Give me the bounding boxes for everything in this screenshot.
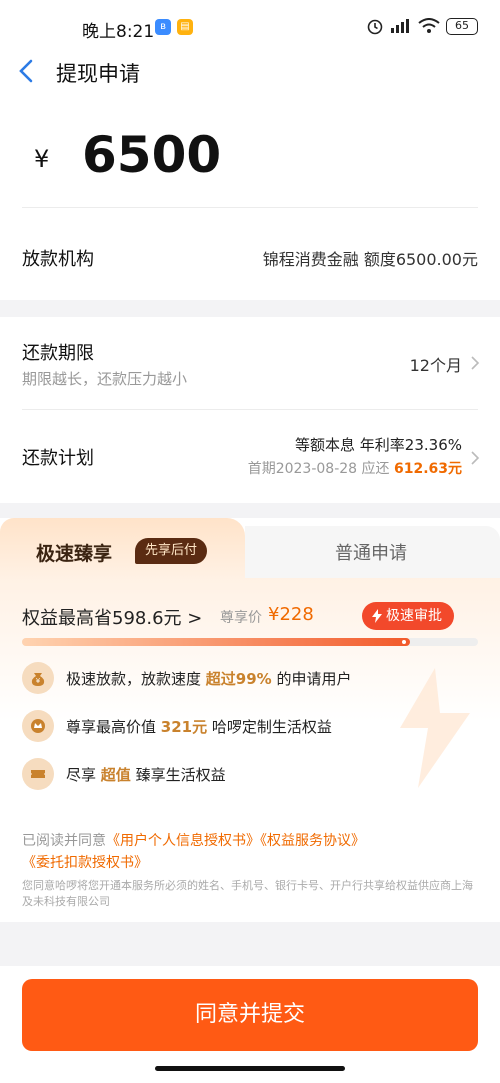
plan-method: 等额本息 年利率23.36%	[295, 436, 462, 454]
chevron-right-icon	[471, 451, 480, 465]
tab-fast-apply[interactable]: 极速臻享 先享后付	[0, 518, 245, 578]
crown-icon	[22, 710, 54, 742]
first-payment-prefix: 首期2023-08-28 应还	[247, 461, 394, 477]
status-time: 晚上8:21	[82, 22, 155, 42]
amount-card: ¥ 6500 放款机构 锦程消费金融 额度6500.00元	[0, 100, 500, 300]
divider	[22, 207, 478, 208]
benefit-pre: 尊享最高价值	[66, 717, 161, 736]
signal-icon	[391, 19, 409, 33]
page-title: 提现申请	[56, 62, 140, 86]
battery-indicator: 65	[446, 17, 478, 35]
benefit-text: 极速放款，放款速度 超过99% 的申请用户	[66, 668, 351, 689]
enjoy-price: ¥228	[268, 604, 314, 625]
plan-first-payment: 首期2023-08-28 应还 612.63元	[248, 458, 462, 478]
agreement-link-service[interactable]: 《权益服务协议》	[260, 833, 365, 849]
benefit-item: 尊享最高价值 321元 哈啰定制生活权益	[22, 709, 332, 743]
ticket-icon	[22, 758, 54, 790]
tab-fast-label: 极速臻享	[36, 543, 113, 565]
progress-fill	[22, 638, 410, 646]
withdraw-amount[interactable]: 6500	[82, 126, 221, 184]
term-label: 还款期限	[22, 343, 94, 364]
benefit-pre: 极速放款，放款速度	[66, 669, 206, 688]
back-button[interactable]	[14, 56, 44, 92]
chevron-right-icon	[471, 356, 480, 370]
agreement-note: 您同意哈啰将您开通本服务所必须的姓名、手机号、银行卡号、开户行共享给权益供应商上…	[22, 879, 473, 908]
fast-approval-label: 极速审批	[386, 608, 442, 624]
header: 提现申请	[0, 50, 500, 100]
repayment-card: 还款期限 期限越长，还款压力越小 12个月 还款计划 等额本息 年利率23.36…	[0, 317, 500, 503]
agreement-prefix: 已阅读并同意	[22, 833, 106, 849]
benefit-item: 尽享 超值 臻享生活权益	[22, 757, 226, 791]
submit-button[interactable]: 同意并提交	[22, 979, 478, 1051]
wifi-icon	[418, 18, 440, 33]
status-icons: 65	[366, 16, 478, 36]
benefit-post: 的申请用户	[271, 669, 352, 688]
bluetooth-icon: ʙ	[155, 19, 171, 35]
vip-section: 普通申请 极速臻享 先享后付 权益最高省598.6元 > 尊享价 ¥228 极速…	[0, 518, 500, 818]
agreement-link-privacy[interactable]: 《用户个人信息授权书》	[106, 833, 260, 849]
benefit-item: ¥ 极速放款，放款速度 超过99% 的申请用户	[22, 661, 351, 695]
term-hint: 期限越长，还款压力越小	[22, 370, 188, 388]
benefit-text: 尊享最高价值 321元 哈啰定制生活权益	[66, 716, 332, 737]
plan-row[interactable]: 还款计划 等额本息 年利率23.36% 首期2023-08-28 应还 612.…	[0, 410, 500, 503]
lender-label: 放款机构	[22, 249, 94, 270]
benefit-progress	[22, 638, 478, 646]
footer: 同意并提交	[0, 966, 500, 1083]
benefit-post: 臻享生活权益	[130, 765, 226, 784]
term-row[interactable]: 还款期限 期限越长，还款压力越小 12个月	[0, 317, 500, 409]
progress-dot	[401, 640, 406, 644]
currency-symbol: ¥	[34, 145, 50, 173]
pay-later-badge: 先享后付	[135, 538, 208, 564]
agreement-section: 已阅读并同意《用户个人信息授权书》《权益服务协议》《委托扣款授权书》 您同意哈啰…	[0, 818, 500, 922]
home-indicator[interactable]	[155, 1066, 345, 1071]
fast-approval-pill: 极速审批	[362, 602, 454, 630]
enjoy-price-label: 尊享价	[220, 610, 262, 626]
status-bar: 晚上8:21 ʙ ▤ 65	[0, 0, 500, 50]
benefit-highlight: 超过99%	[205, 669, 272, 688]
agreement-text: 已阅读并同意《用户个人信息授权书》《权益服务协议》《委托扣款授权书》	[22, 830, 482, 874]
first-payment-amount: 612.63元	[393, 461, 462, 477]
message-icon: ▤	[177, 19, 193, 35]
alarm-icon	[367, 19, 383, 35]
agreement-link-debit[interactable]: 《委托扣款授权书》	[22, 855, 148, 871]
benefit-post: 哈啰定制生活权益	[207, 717, 332, 736]
benefit-highlight: 超值	[100, 765, 131, 784]
chevron-left-icon	[19, 59, 33, 83]
benefit-pre: 尽享	[66, 765, 101, 784]
lightning-icon	[372, 609, 382, 623]
money-bag-icon: ¥	[22, 662, 54, 694]
tab-normal-label[interactable]: 普通申请	[335, 539, 407, 565]
benefit-text: 尽享 超值 臻享生活权益	[66, 764, 226, 785]
benefit-highlight: 321元	[160, 717, 208, 736]
plan-label: 还款计划	[22, 448, 94, 469]
benefit-save-link[interactable]: 权益最高省598.6元 >	[22, 604, 202, 630]
svg-text:¥: ¥	[36, 677, 41, 685]
lender-value: 锦程消费金融 额度6500.00元	[262, 250, 478, 269]
term-value: 12个月	[409, 356, 462, 375]
lightning-decoration-icon	[400, 668, 470, 788]
